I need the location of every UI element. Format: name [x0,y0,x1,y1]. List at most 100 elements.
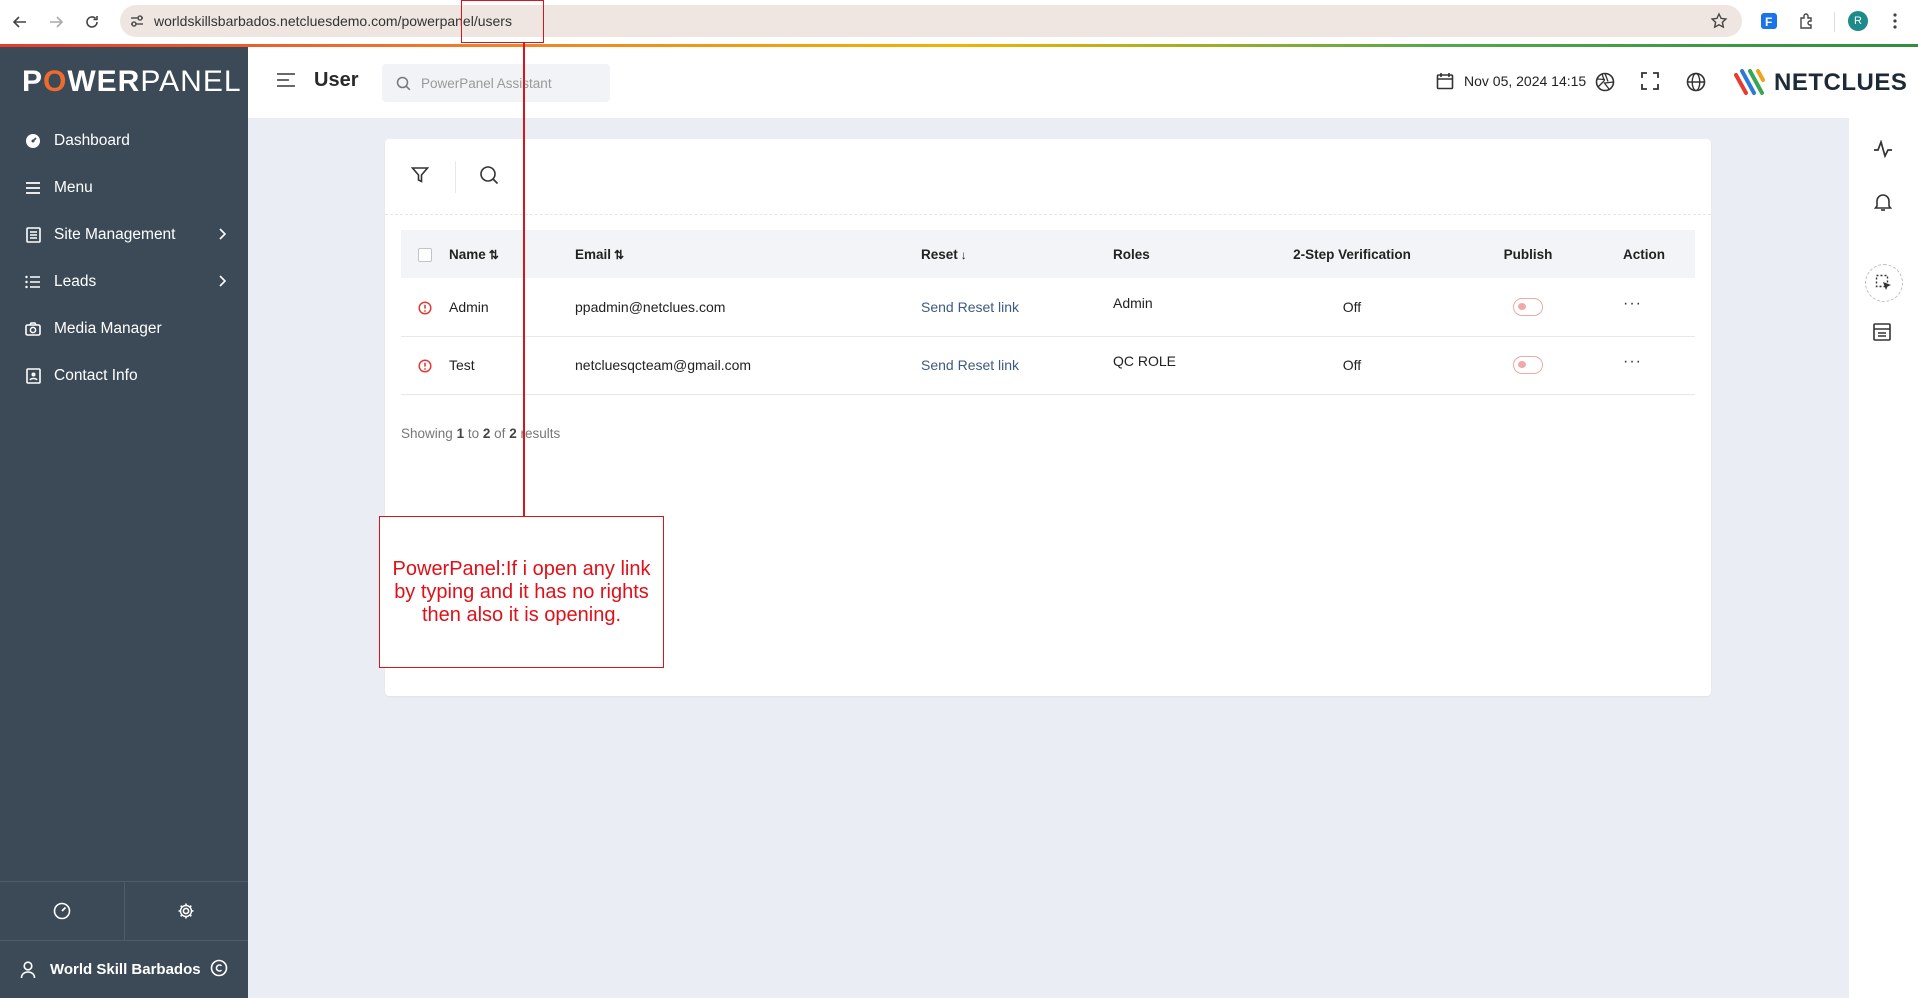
table-search-icon[interactable] [479,165,499,185]
netclues-logo-icon [1734,69,1765,95]
annotation-arrow-line [523,43,525,529]
top-header: User Nov 05, 2024 14:15 NETCLUES [248,47,1918,118]
dashboard-icon [24,132,42,150]
alert-circle-icon[interactable] [418,301,432,315]
select-all-checkbox[interactable] [418,247,432,262]
publish-cell [1445,336,1611,395]
send-reset-link[interactable]: Send Reset link [921,357,1019,373]
layout-panel-icon[interactable] [1873,323,1891,341]
contact-card-icon [24,367,42,385]
dashboard-shortcut-button[interactable] [0,882,125,940]
send-reset-link[interactable]: Send Reset link [921,299,1019,315]
filter-icon[interactable] [411,166,429,184]
reset-cell: Send Reset link [921,278,1113,337]
leads-list-icon [24,273,42,291]
settings-button[interactable] [125,882,249,940]
extension-f-icon[interactable]: F [1758,10,1780,32]
copyright-icon[interactable] [210,959,228,981]
datetime-display: Nov 05, 2024 14:15 [1436,72,1586,90]
sidebar-item-dashboard[interactable]: Dashboard [0,117,248,164]
address-bar[interactable]: worldskillsbarbados.netcluesdemo.com/pow… [120,5,1742,37]
column-label: Reset [921,246,958,262]
profile-initial: R [1848,11,1868,31]
fullscreen-icon[interactable] [1641,72,1659,90]
sidebar-item-label: Dashboard [54,131,130,149]
chevron-right-icon [218,227,227,245]
chevron-right-icon [218,274,227,292]
profile-avatar[interactable]: R [1847,10,1869,32]
browser-toolbar: worldskillsbarbados.netcluesdemo.com/pow… [0,0,1918,44]
extensions-puzzle-icon[interactable] [1796,10,1818,32]
role-text: Admin [1113,294,1153,311]
publish-toggle[interactable] [1513,297,1543,316]
select-all-cell [401,230,449,278]
column-publish: Publish [1445,230,1611,278]
column-email[interactable]: Email ⇅ [575,230,921,278]
brand-text: NETCLUES [1774,69,1908,96]
role-text: QC ROLE [1113,353,1177,369]
sidebar-item-contact-info[interactable]: Contact Info [0,352,248,399]
column-action: Action [1611,230,1695,278]
calendar-icon [1436,73,1454,90]
column-label: Roles [1113,246,1150,262]
column-name[interactable]: Name ⇅ [449,230,575,278]
forward-button[interactable] [42,8,70,36]
more-actions-icon[interactable]: ··· [1623,295,1642,312]
site-settings-icon[interactable] [120,13,154,29]
netclues-brand[interactable]: NETCLUES [1734,69,1907,97]
column-label: Name [449,246,486,262]
gear-icon [178,903,194,919]
pagination-summary: Showing 1 to 2 of 2 results [401,426,560,441]
browser-menu-icon[interactable] [1884,10,1906,32]
pagination-prefix: Showing [401,426,453,441]
column-label: 2-Step Verification [1293,246,1411,262]
globe-icon[interactable] [1686,72,1706,92]
search-icon [396,76,411,90]
more-actions-icon[interactable]: ··· [1623,353,1642,370]
sidebar-item-leads[interactable]: Leads [0,258,248,305]
datetime-text: Nov 05, 2024 14:15 [1464,73,1587,89]
bell-icon[interactable] [1873,192,1893,212]
sidebar-item-media-manager[interactable]: Media Manager [0,305,248,352]
url-text[interactable]: worldskillsbarbados.netcluesdemo.com/pow… [154,13,512,29]
column-roles: Roles [1113,230,1259,278]
pagination-from: 1 [456,426,465,441]
alert-circle-icon[interactable] [418,359,432,373]
ext-letter: F [1765,15,1772,29]
hamburger-icon[interactable] [276,72,296,91]
user-email-cell: ppadmin@netclues.com [575,278,921,337]
back-button[interactable] [6,8,34,36]
select-tool-button[interactable] [1865,264,1903,302]
sort-icon: ⇅ [488,247,499,262]
aperture-icon[interactable] [1595,72,1615,92]
users-table: Name ⇅ Email ⇅ Reset ↓ Roles 2-Step Verific… [401,230,1695,395]
table-header-row: Name ⇅ Email ⇅ Reset ↓ Roles 2-Step Verific… [401,230,1695,278]
pagination-to-word: to [467,426,480,441]
sort-icon: ⇅ [614,247,625,262]
reload-button[interactable] [78,8,106,36]
menu-lines-icon [24,179,42,197]
sidebar-item-label: Contact Info [54,366,138,384]
publish-cell [1445,278,1611,337]
right-rail [1849,118,1918,998]
select-cursor-icon [1875,274,1891,290]
bookmark-star-icon[interactable] [1710,12,1728,33]
publish-toggle[interactable] [1513,356,1543,375]
action-cell: ··· [1611,278,1695,337]
user-icon [20,960,36,979]
powerpanel-logo[interactable]: POWERPANEL [22,65,242,99]
annotation-note: PowerPanel:If i open any link by typing … [379,516,664,668]
sidebar-item-label: Media Manager [54,319,162,337]
sidebar-item-menu[interactable]: Menu [0,164,248,211]
logo-part-4: PANEL [140,65,242,98]
activity-pulse-icon[interactable] [1873,140,1893,158]
search-input[interactable] [421,75,601,91]
sidebar-user[interactable]: World Skill Barbados [0,941,248,998]
sidebar-item-site-management[interactable]: Site Management [0,211,248,258]
site-management-icon [24,226,42,244]
pagination-of-word: of [494,426,506,441]
logo-part-3: WER [67,65,141,98]
column-reset[interactable]: Reset ↓ [921,230,1113,278]
user-email-cell: netcluesqcteam@gmail.com [575,336,921,395]
assistant-search[interactable] [382,64,610,102]
